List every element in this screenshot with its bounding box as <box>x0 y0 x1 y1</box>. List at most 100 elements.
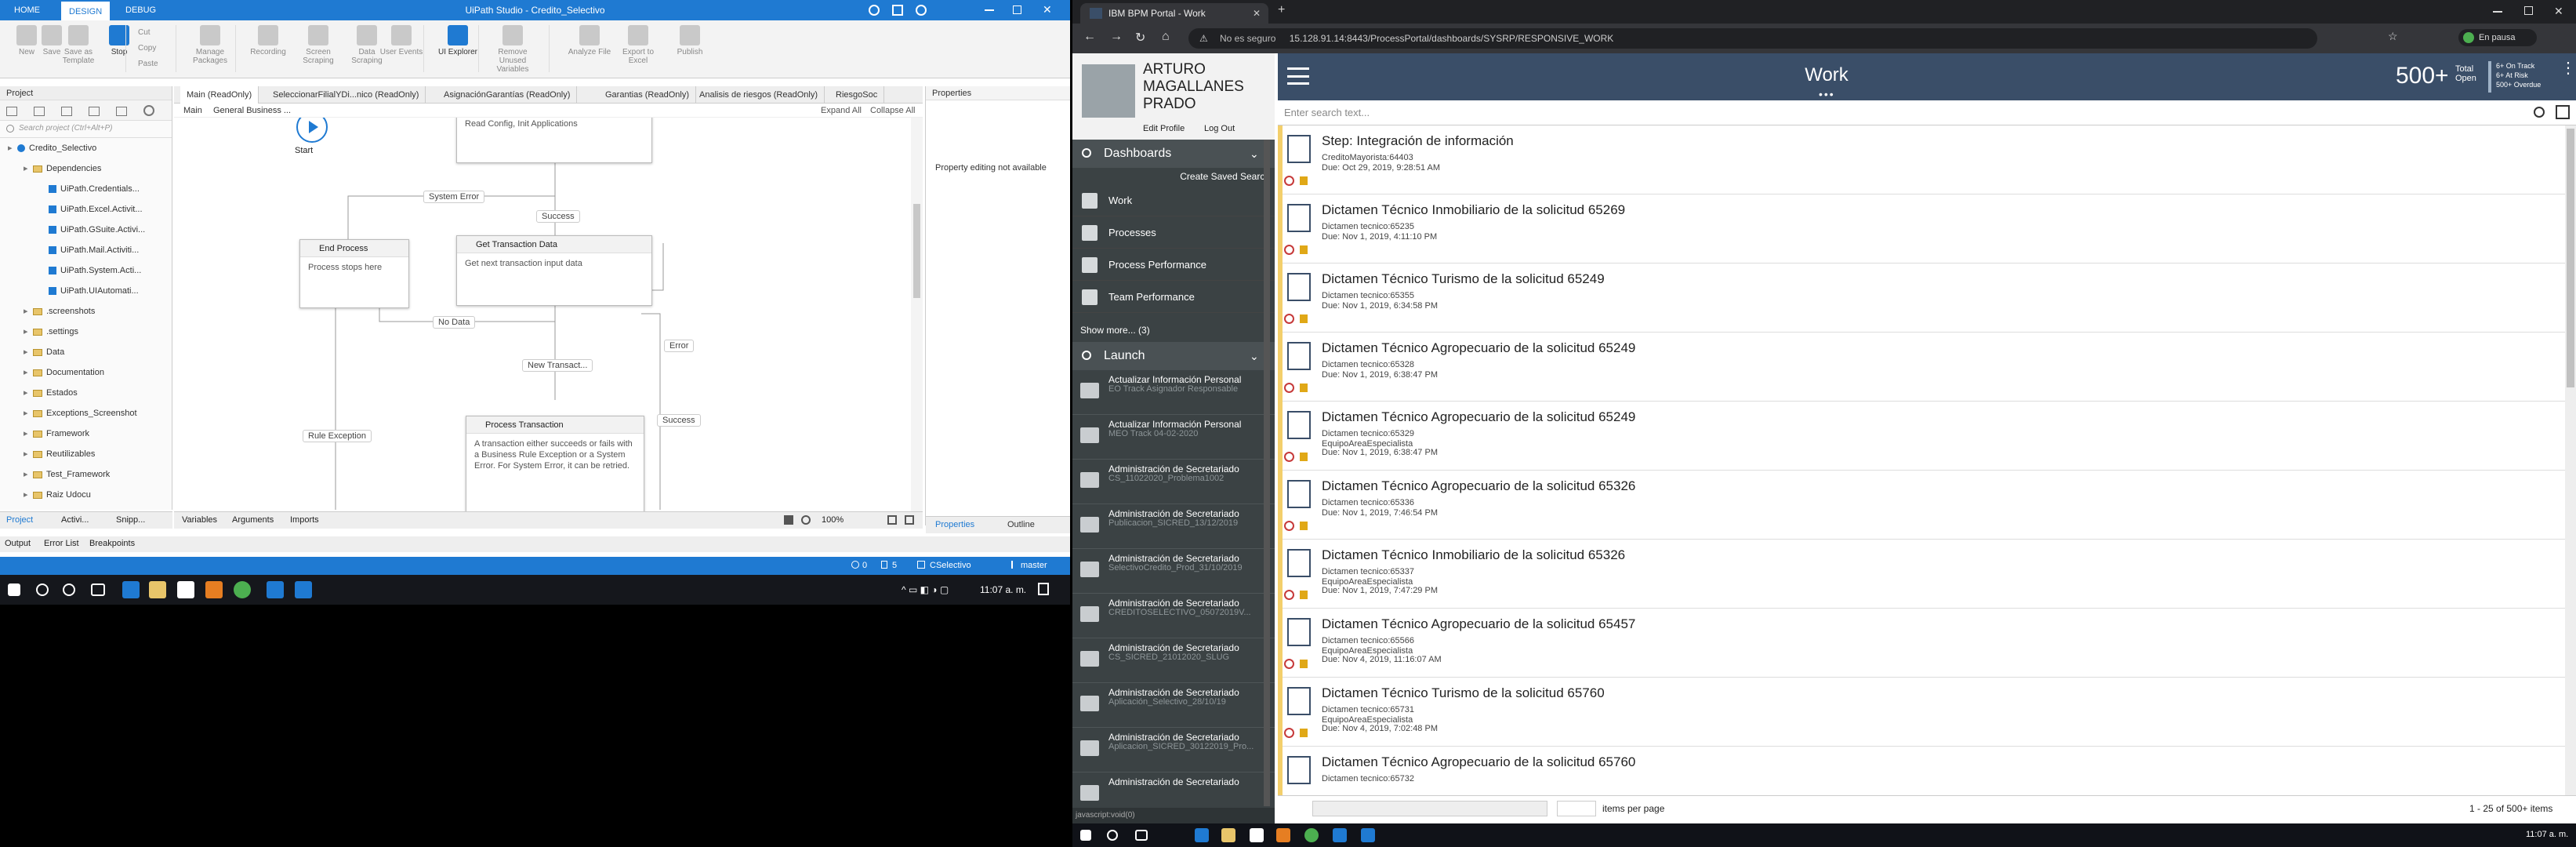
task-title[interactable]: Dictamen Técnico Inmobiliario de la soli… <box>1322 202 1625 218</box>
avatar[interactable] <box>1082 64 1135 118</box>
collapse-icon[interactable] <box>61 107 73 116</box>
search-icon[interactable] <box>36 583 49 596</box>
file-explorer-icon[interactable] <box>149 581 166 598</box>
transition-new-transaction[interactable]: New Transact... <box>522 359 593 372</box>
ribbon-tab-debug[interactable]: DEBUG <box>118 0 164 20</box>
uipath-robot-icon[interactable] <box>1361 828 1375 842</box>
task-item[interactable]: Dictamen Técnico Agropecuario de la soli… <box>1278 402 2565 471</box>
launch-item[interactable]: Administración de Secretariado Publicacio… <box>1072 504 1275 549</box>
store-icon[interactable] <box>1250 828 1264 842</box>
tree-item[interactable]: ▸ Test_Framework <box>0 464 172 485</box>
expand-arrow-icon[interactable]: ▸ <box>8 138 17 158</box>
launch-item[interactable]: Administración de Secretariado <box>1072 772 1275 808</box>
open-folder-icon[interactable] <box>116 107 128 116</box>
sidebar-scrollbar[interactable] <box>1264 140 1270 806</box>
flag-icon[interactable] <box>1300 522 1308 530</box>
stat-overdue[interactable]: 500+ Overdue <box>2496 80 2541 89</box>
new-tab-icon[interactable]: + <box>1278 3 1285 17</box>
ribbon-recording-button[interactable]: Recording <box>246 25 290 56</box>
expand-arrow-icon[interactable]: ▸ <box>24 464 33 485</box>
fit-screen-icon[interactable] <box>887 515 897 525</box>
expand-arrow-icon[interactable]: ▸ <box>24 485 33 505</box>
transition-rule-exception[interactable]: Rule Exception <box>303 430 372 442</box>
flag-icon[interactable] <box>1300 729 1308 737</box>
feedback-icon[interactable] <box>892 5 903 16</box>
task-view-icon[interactable] <box>91 583 105 596</box>
nav-item-work[interactable]: Work <box>1072 185 1275 216</box>
transition-system-error[interactable]: System Error <box>423 191 485 203</box>
breadcrumb-current[interactable]: General Business ... <box>213 106 291 115</box>
filter-icon[interactable] <box>2556 105 2570 119</box>
maximize-icon[interactable] <box>1013 5 1021 14</box>
dashboards-header[interactable]: Dashboards ⌄ <box>1072 140 1275 168</box>
windows-start-icon[interactable] <box>8 583 20 596</box>
tree-item[interactable]: ▸ Raiz Udocu <box>0 485 172 505</box>
arguments-tab[interactable]: Arguments <box>232 515 274 525</box>
minimize-icon[interactable] <box>2493 11 2502 13</box>
tree-item[interactable]: UiPath.Excel.Activit... <box>0 199 172 220</box>
new-folder-icon[interactable] <box>6 107 17 116</box>
task-title[interactable]: Dictamen Técnico Agropecuario de la soli… <box>1322 478 1635 494</box>
transition-error[interactable]: Error <box>664 340 695 352</box>
scroll-thumb[interactable] <box>2567 129 2574 387</box>
outlook-icon[interactable] <box>205 581 223 598</box>
process-transaction-node[interactable]: Process Transaction A transaction either… <box>466 416 644 511</box>
expand-all-link[interactable]: Expand All <box>821 106 862 115</box>
transition-success[interactable]: Success <box>536 210 580 223</box>
tab-activities[interactable]: Activi... <box>61 515 89 525</box>
ribbon-analyze-file-button[interactable]: Analyze File <box>568 25 611 56</box>
tab-close-icon[interactable]: ✕ <box>1253 3 1261 24</box>
tree-item[interactable]: ▸ Credito_Selectivo <box>0 138 172 158</box>
store-icon[interactable] <box>177 581 194 598</box>
ribbon-screen-scraping-button[interactable]: Screen Scraping <box>296 25 340 65</box>
changes-count[interactable]: 5 <box>892 561 897 570</box>
flag-icon[interactable] <box>1300 591 1308 599</box>
task-title[interactable]: Dictamen Técnico Agropecuario de la soli… <box>1322 616 1635 632</box>
expand-arrow-icon[interactable]: ▸ <box>24 403 33 424</box>
expand-arrow-icon[interactable]: ▸ <box>24 362 33 383</box>
tree-item[interactable]: ▸ Exceptions_Screenshot <box>0 403 172 424</box>
create-saved-search-link[interactable]: Create Saved Search <box>1072 168 1275 185</box>
help-icon[interactable] <box>916 5 927 16</box>
tab-properties[interactable]: Properties <box>935 520 974 529</box>
breadcrumb-main[interactable]: Main <box>183 106 202 115</box>
windows-start-icon[interactable] <box>1080 830 1091 841</box>
nav-item-team-performance[interactable]: Team Performance <box>1072 282 1275 313</box>
tab-breakpoints[interactable]: Breakpoints <box>89 539 135 548</box>
tab-snippets[interactable]: Snipp... <box>116 515 145 525</box>
close-icon[interactable]: ✕ <box>2554 5 2563 18</box>
branch-name[interactable]: master <box>1021 561 1047 570</box>
tab-project[interactable]: Project <box>6 515 33 525</box>
document-tab[interactable]: SeleccionarFilialYDi...nico (ReadOnly) <box>267 86 426 104</box>
tree-item[interactable]: UiPath.Credentials... <box>0 179 172 199</box>
page-numbers[interactable] <box>1312 801 1547 816</box>
nav-item-process-performance[interactable]: Process Performance <box>1072 249 1275 281</box>
document-tab[interactable]: Analisis de riesgos (ReadOnly) <box>693 86 825 104</box>
ribbon-export-to-excel-button[interactable]: Export to Excel <box>616 25 660 65</box>
expand-arrow-icon[interactable]: ▸ <box>24 383 33 403</box>
search-icon[interactable] <box>2534 107 2545 118</box>
flag-icon[interactable] <box>1300 314 1308 323</box>
task-item[interactable]: Step: Integración de información CreditoM… <box>1278 125 2565 194</box>
expand-arrow-icon[interactable]: ▸ <box>24 322 33 342</box>
address-bar[interactable]: ⚠ No es seguro 15.128.91.14:8443/Process… <box>1188 28 2317 49</box>
task-item[interactable]: Dictamen Técnico Agropecuario de la soli… <box>1278 333 2565 402</box>
task-item[interactable]: Dictamen Técnico Agropecuario de la soli… <box>1278 609 2565 678</box>
ribbon-stop-button[interactable]: Stop <box>97 25 141 56</box>
tab-output[interactable]: Output <box>5 539 31 548</box>
edit-profile-link[interactable]: Edit Profile <box>1143 124 1185 133</box>
tree-item[interactable]: UiPath.GSuite.Activi... <box>0 220 172 240</box>
outlook-icon[interactable] <box>1276 828 1290 842</box>
cortana-icon[interactable] <box>63 583 75 596</box>
ribbon-tab-design[interactable]: DESIGN <box>61 2 111 20</box>
more-dots-icon[interactable]: ••• <box>1819 88 1835 100</box>
close-icon[interactable]: ✕ <box>1043 3 1052 16</box>
task-title[interactable]: Dictamen Técnico Turismo de la solicitud… <box>1322 271 1605 287</box>
tree-item[interactable]: UiPath.Mail.Activiti... <box>0 240 172 260</box>
reload-icon[interactable]: ↻ <box>1135 30 1145 45</box>
task-item[interactable]: Dictamen Técnico Inmobiliario de la soli… <box>1278 540 2565 609</box>
file-explorer-icon[interactable] <box>1221 828 1235 842</box>
stat-on-track[interactable]: 6+ On Track <box>2496 61 2541 71</box>
task-view-icon[interactable] <box>1135 830 1148 841</box>
minimize-icon[interactable] <box>985 9 994 11</box>
